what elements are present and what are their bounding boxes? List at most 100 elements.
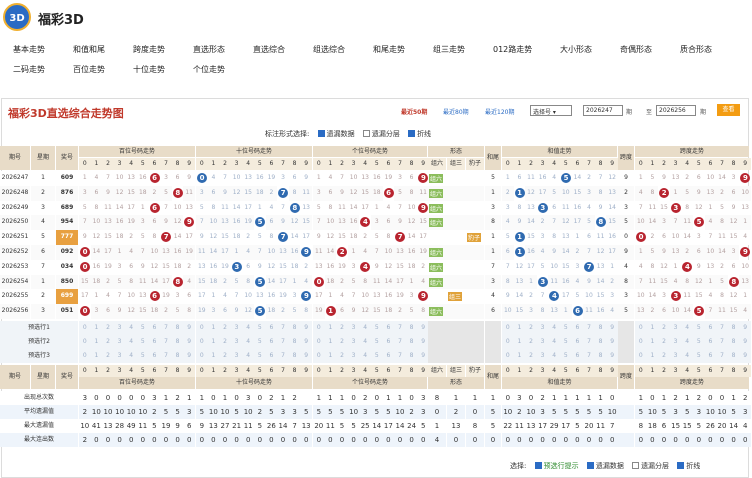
miss-cell: 13 [704, 185, 717, 201]
nav-item[interactable]: 和值和尾 [73, 44, 105, 55]
miss-cell: 5 [502, 230, 514, 245]
miss-cell: 1 [635, 171, 647, 186]
forecast-digit: 6 [265, 335, 278, 349]
forecast-digit: 5 [254, 335, 266, 349]
nav-item[interactable]: 组三走势 [433, 44, 465, 55]
digit-header: 9 [606, 158, 618, 170]
row-qihao: 2026248 [0, 185, 30, 201]
nav-item[interactable]: 二码走势 [13, 64, 45, 75]
checkbox-miss-data[interactable] [586, 461, 594, 469]
stat-cell: 0 [324, 433, 337, 447]
miss-cell: 9 [277, 215, 289, 231]
form-tag: 组六 [429, 174, 444, 183]
checkbox-miss-data[interactable] [317, 129, 325, 137]
miss-cell: 12 [727, 289, 740, 305]
recent-80-link[interactable]: 最近80期 [443, 107, 469, 116]
from-input[interactable]: 2026247 [583, 105, 623, 116]
stat-cell: 6 [183, 419, 195, 433]
option-label: 遗漏数据 [595, 462, 624, 470]
nav-item[interactable]: 基本走势 [13, 44, 45, 55]
hewei-cell: 3 [485, 200, 501, 216]
nav-item[interactable]: 跨度走势 [133, 44, 165, 55]
miss-cell: 2 [646, 230, 659, 245]
nav-item[interactable]: 大小形态 [560, 44, 592, 55]
period-select[interactable]: 选择号 ▾ [530, 105, 572, 116]
miss-cell: 12 [525, 185, 537, 201]
forecast-digit: 4 [548, 335, 560, 349]
miss-cell: 9 [513, 215, 526, 231]
forecast-digit: 3 [347, 349, 360, 363]
forecast-digit: 4 [359, 335, 371, 349]
recent-50-link[interactable]: 最近50期 [401, 107, 427, 116]
forecast-digit: 1 [513, 321, 526, 335]
miss-cell: 5 [371, 230, 383, 245]
nav-item[interactable]: 奇偶形态 [620, 44, 652, 55]
row-draw: 876 [56, 185, 78, 201]
bai-hit-ball: 7 [161, 232, 172, 243]
digit-header: 6 [571, 365, 584, 377]
miss-cell: 6 [125, 259, 137, 275]
checkbox-miss-layer[interactable] [362, 129, 370, 137]
row-draw: 850 [56, 274, 78, 290]
checkbox-forecast-hint[interactable] [534, 461, 542, 469]
stat-cell: 0 [466, 433, 484, 447]
stat-cell: 10 [606, 405, 618, 419]
stat-cell: 0 [125, 433, 137, 447]
nav-item[interactable]: 012路走势 [493, 44, 532, 55]
checkbox-line[interactable] [408, 129, 416, 137]
miss-cell: 14 [606, 200, 618, 216]
row-draw: 954 [56, 215, 78, 231]
stat-cell: 1 [548, 391, 560, 405]
trend-table: 期号 星期 奖号 百位号码走势 十位号码走势 个位号码走势 形态 和尾 和值走势 跨度 跨度走势 0 1… [0, 144, 752, 456]
miss-cell: 4 [536, 245, 549, 260]
miss-cell: 6 [405, 171, 418, 186]
nav-item[interactable]: 质合形态 [680, 44, 712, 55]
digit-header: 5 [371, 365, 383, 377]
miss-cell: 18 [137, 185, 149, 201]
stat-cell [618, 391, 634, 405]
digit-header: 3 [113, 158, 126, 170]
recent-120-link[interactable]: 最近120期 [485, 107, 514, 116]
nav-item[interactable]: 直选综合 [253, 44, 285, 55]
miss-cell: 13 [371, 289, 383, 305]
query-button[interactable]: 查看 [717, 104, 740, 116]
stat-cell: 0 [716, 391, 728, 405]
forecast-cell [485, 349, 501, 363]
hewei-cell: 7 [485, 259, 501, 275]
miss-cell: 16 [560, 274, 572, 290]
stat-cell: 24 [405, 419, 418, 433]
miss-cell: 18 [324, 274, 337, 290]
forecast-digit: 3 [669, 349, 682, 363]
miss-cell: 7 [113, 289, 126, 305]
stat-cell: 0 [405, 391, 418, 405]
nav-item[interactable]: 个位走势 [193, 64, 225, 75]
miss-cell: 4 [125, 245, 137, 260]
miss-cell: 8 [183, 304, 195, 319]
stat-cell: 3 [693, 405, 705, 419]
nav-item[interactable]: 和尾走势 [373, 44, 405, 55]
forecast-digit: 7 [716, 321, 728, 335]
checkbox-miss-layer[interactable] [632, 461, 640, 469]
row-draw: 609 [56, 171, 78, 186]
stat-cell: 3 [739, 405, 751, 419]
forecast-digit: 8 [594, 335, 607, 349]
nav-item[interactable]: 百位走势 [73, 64, 105, 75]
nav-item[interactable]: 组选综合 [313, 44, 345, 55]
forecast-cell [618, 335, 634, 349]
miss-cell: 14 [288, 230, 301, 245]
nav-item[interactable]: 十位走势 [133, 64, 165, 75]
digit-header: 3 [230, 365, 243, 377]
miss-cell: 4 [704, 289, 717, 305]
to-input[interactable]: 2026256 [656, 105, 696, 116]
forecast-digit: 1 [207, 349, 220, 363]
miss-cell: 6 [102, 304, 114, 319]
digit-header: 0 [635, 158, 647, 170]
stat-cell: 5 [160, 405, 172, 419]
miss-cell: 7 [277, 200, 289, 216]
checkbox-line[interactable] [677, 461, 685, 469]
stat-cell: 5 [336, 405, 348, 419]
miss-cell: 11 [548, 274, 560, 290]
miss-cell: 2 [525, 289, 537, 305]
digit-header: 9 [300, 365, 312, 377]
nav-item[interactable]: 直选形态 [193, 44, 225, 55]
